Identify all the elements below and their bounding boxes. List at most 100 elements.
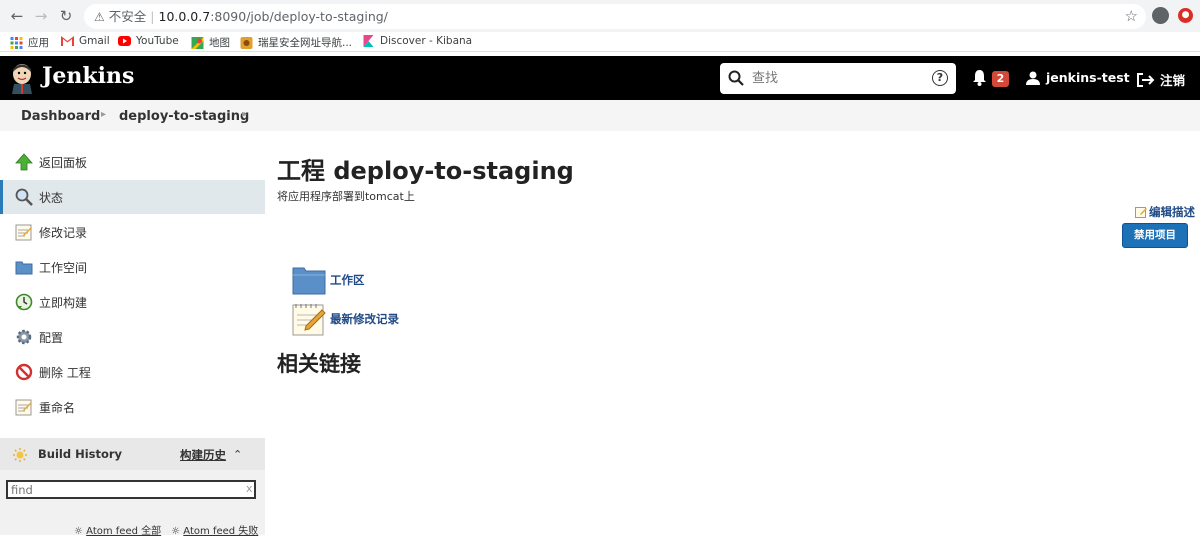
forward-icon[interactable]: → — [32, 7, 50, 25]
feed-failed-label: Atom feed 失败 — [183, 526, 259, 537]
breadcrumb-job[interactable]: deploy-to-staging — [119, 109, 249, 124]
disable-project-button[interactable]: 禁用项目 — [1122, 223, 1188, 248]
notepad-icon — [15, 399, 32, 416]
warning-icon: ⚠ — [94, 10, 105, 24]
workspace-link-label: 工作区 — [330, 273, 365, 287]
up-arrow-icon — [15, 153, 33, 171]
logout-label: 注销 — [1160, 73, 1186, 88]
bookmark-youtube[interactable]: YouTube — [118, 35, 179, 47]
bookmark-apps[interactable]: 应用 — [10, 35, 49, 50]
bookmark-label: Gmail — [79, 35, 110, 47]
apps-grid-icon — [10, 36, 23, 49]
bookmark-label: YouTube — [136, 35, 179, 47]
maps-icon — [191, 36, 204, 49]
notepad-icon — [15, 224, 32, 241]
bookmarks-bar: 应用 Gmail YouTube 地图 瑞星安全网址导航... Discover… — [0, 32, 1200, 52]
bell-icon[interactable] — [972, 70, 987, 86]
sidebar-item-delete-project[interactable]: 删除 工程 — [0, 355, 265, 389]
edit-description-label: 编辑描述 — [1149, 205, 1195, 219]
breadcrumb-dashboard[interactable]: Dashboard — [21, 109, 100, 124]
breadcrumb-chevron-icon[interactable]: ▸ — [242, 109, 247, 120]
sidebar-item-status[interactable]: 状态 — [0, 180, 265, 214]
chevron-up-icon[interactable]: ⌃ — [233, 448, 242, 461]
sidebar: 返回面板 状态 修改记录 工作空间 立即构建 配置 删除 工程 重命名 Buil… — [0, 131, 265, 537]
bookmark-maps[interactable]: 地图 — [191, 35, 230, 50]
recent-changes-link[interactable]: 最新修改记录 — [292, 302, 399, 336]
logout-icon — [1137, 72, 1155, 87]
sidebar-item-build-now[interactable]: 立即构建 — [0, 285, 265, 319]
project-description: 将应用程序部署到tomcat上 — [277, 190, 415, 203]
jenkins-logo-icon[interactable] — [10, 62, 34, 94]
rising-icon — [240, 36, 253, 49]
browser-toolbar: ← → ↻ ⚠ 不安全 | 10.0.0.7:8090/job/deploy-to-s… — [0, 0, 1200, 32]
back-icon[interactable]: ← — [8, 7, 26, 25]
breadcrumb-chevron-icon[interactable]: ▸ — [101, 109, 106, 120]
bookmark-label: 地图 — [209, 37, 230, 49]
reload-icon[interactable]: ↻ — [57, 7, 75, 25]
search-icon — [728, 70, 744, 86]
no-entry-icon — [15, 363, 33, 381]
kibana-icon — [363, 35, 374, 47]
folder-icon — [292, 267, 326, 295]
build-history-panel: Build History 构建历史 ⌃ x ☼ Atom feed 全部 ☼ … — [0, 438, 265, 537]
sidebar-item-rename[interactable]: 重命名 — [0, 390, 265, 424]
bookmark-label: Discover - Kibana — [380, 35, 473, 47]
clear-icon[interactable]: x — [246, 482, 253, 495]
sidebar-item-back-to-dashboard[interactable]: 返回面板 — [0, 145, 265, 179]
search-input[interactable] — [752, 68, 922, 89]
bookmark-label: 瑞星安全网址导航... — [258, 37, 353, 49]
gear-icon — [16, 329, 32, 345]
bookmark-label: 应用 — [28, 37, 49, 49]
build-find-input[interactable] — [6, 480, 256, 499]
gmail-icon — [61, 36, 74, 46]
notepad-icon — [292, 304, 326, 336]
jenkins-header: Jenkins ? jenkins-test 注销 — [0, 56, 1200, 100]
build-history-link[interactable]: 构建历史 — [180, 447, 226, 463]
username: jenkins-test — [1046, 70, 1130, 85]
jenkins-title[interactable]: Jenkins — [42, 63, 134, 89]
sidebar-item-label: 配置 — [39, 330, 64, 345]
insecure-label: 不安全 — [108, 9, 147, 24]
breadcrumb: Dashboard ▸ deploy-to-staging ▸ — [0, 100, 1200, 131]
bookmark-kibana[interactable]: Discover - Kibana — [362, 35, 472, 47]
url-host: 10.0.0.7 — [158, 9, 211, 24]
bookmark-gmail[interactable]: Gmail — [61, 35, 110, 47]
build-history-header: Build History 构建历史 ⌃ — [0, 438, 265, 470]
notification-badge[interactable]: 2 — [992, 71, 1009, 87]
related-links-heading: 相关链接 — [277, 352, 361, 376]
extension-icon[interactable]: ● — [1178, 8, 1193, 23]
profile-icon[interactable] — [1152, 7, 1169, 24]
youtube-icon — [118, 36, 131, 46]
sidebar-item-label: 返回面板 — [39, 155, 88, 170]
bookmark-star-icon[interactable]: ☆ — [1125, 7, 1138, 25]
search-box[interactable]: ? — [720, 63, 956, 94]
help-icon[interactable]: ? — [932, 70, 948, 86]
recent-changes-link-label: 最新修改记录 — [330, 312, 399, 326]
address-bar[interactable]: ⚠ 不安全 | 10.0.0.7:8090/job/deploy-to-staging… — [84, 4, 1146, 29]
edit-icon — [1135, 207, 1147, 218]
workspace-link[interactable]: 工作区 — [292, 265, 365, 295]
edit-description-link[interactable]: 编辑描述 — [1135, 204, 1195, 220]
rss-icon: ☼ — [171, 526, 181, 537]
user-menu[interactable]: jenkins-test — [1026, 70, 1130, 85]
sidebar-item-workspace[interactable]: 工作空间 — [0, 250, 265, 284]
sun-icon — [13, 448, 27, 462]
logout-link[interactable]: 注销 — [1137, 70, 1185, 89]
user-icon — [1026, 71, 1040, 85]
sidebar-item-label: 修改记录 — [39, 225, 88, 240]
sidebar-item-label: 重命名 — [39, 400, 76, 415]
magnifier-icon — [15, 188, 33, 206]
build-clock-icon — [15, 293, 33, 311]
feed-all-label: Atom feed 全部 — [86, 526, 162, 537]
url-path: :8090/job/deploy-to-staging/ — [210, 9, 388, 24]
rss-icon: ☼ — [74, 526, 83, 537]
sidebar-item-label: 工作空间 — [39, 260, 88, 275]
bookmark-rising[interactable]: 瑞星安全网址导航... — [240, 35, 352, 50]
sidebar-item-label: 状态 — [39, 190, 64, 205]
sidebar-item-label: 立即构建 — [39, 295, 88, 310]
page-title: 工程 deploy-to-staging — [277, 157, 574, 185]
folder-icon — [15, 261, 33, 275]
sidebar-item-configure[interactable]: 配置 — [0, 320, 265, 354]
build-history-title: Build History — [38, 447, 123, 461]
sidebar-item-changes[interactable]: 修改记录 — [0, 215, 265, 249]
